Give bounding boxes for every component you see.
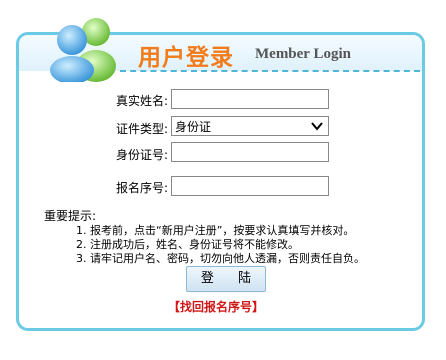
- recover-reg-number-link[interactable]: 【找回报名序号】: [168, 298, 264, 315]
- page-title: 用户登录: [138, 45, 234, 71]
- reg-number-input[interactable]: [171, 176, 329, 196]
- id-type-label: 证件类型:: [115, 122, 168, 136]
- page-subtitle: Member Login: [255, 46, 351, 62]
- chevron-down-icon[interactable]: [309, 119, 325, 133]
- login-button[interactable]: 登 陆: [186, 266, 266, 292]
- real-name-input[interactable]: [171, 89, 329, 109]
- id-type-value: 身份证: [175, 120, 212, 134]
- id-type-select[interactable]: 身份证: [171, 116, 329, 136]
- two-users-icon: [50, 18, 116, 82]
- real-name-label: 真实姓名:: [115, 94, 168, 108]
- id-number-input[interactable]: [171, 142, 329, 162]
- id-number-label: 身份证号:: [115, 148, 168, 162]
- reg-number-label: 报名序号:: [115, 181, 168, 195]
- note-item: 3. 请牢记用户名、密码，切勿向他人透漏，否则责任自负。: [76, 252, 365, 265]
